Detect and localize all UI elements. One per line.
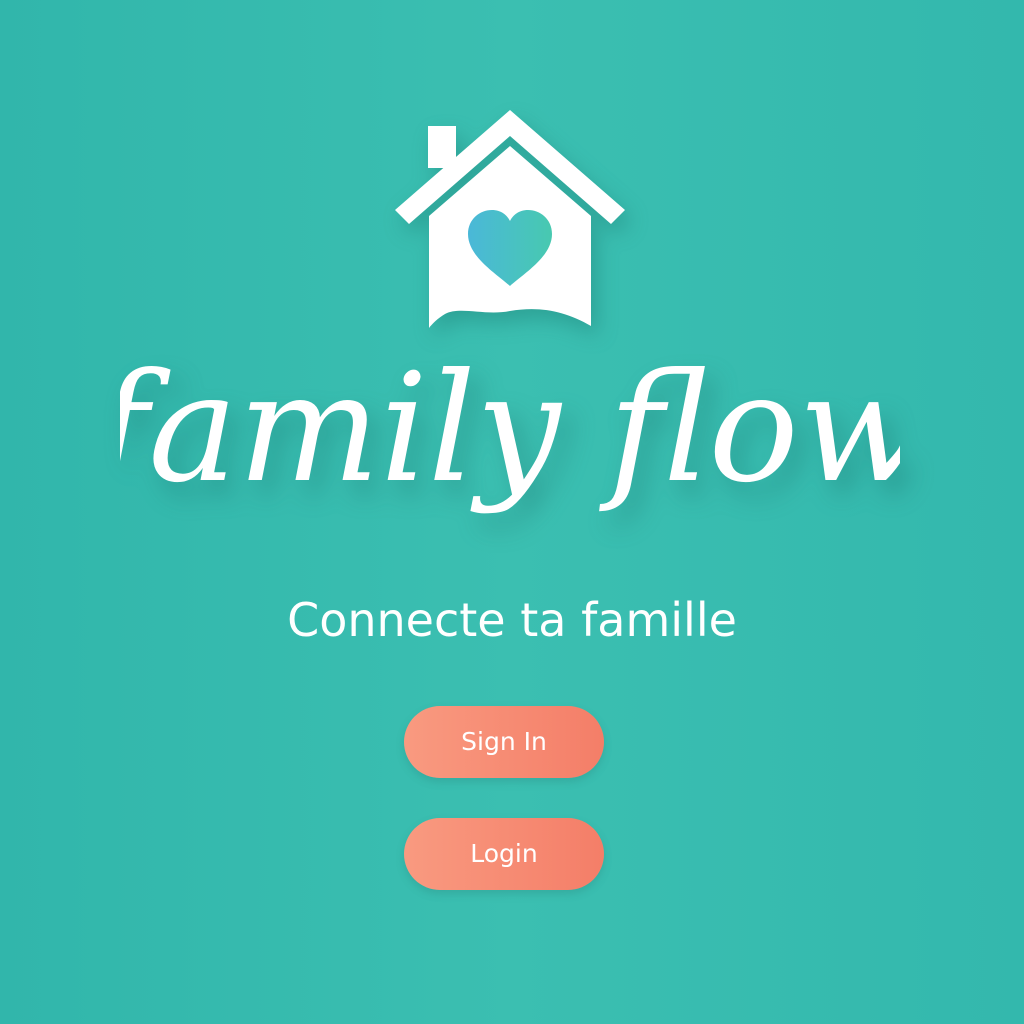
brand-name: family flow bbox=[120, 350, 900, 516]
tagline: Connecte ta famille bbox=[287, 593, 737, 647]
login-button[interactable]: Login bbox=[404, 818, 604, 890]
sign-in-button[interactable]: Sign In bbox=[404, 706, 604, 778]
welcome-screen: family flow Connecte ta famille Sign In … bbox=[0, 0, 1024, 1024]
brand-wordmark: family flow bbox=[120, 350, 900, 516]
house-heart-icon bbox=[395, 110, 625, 328]
